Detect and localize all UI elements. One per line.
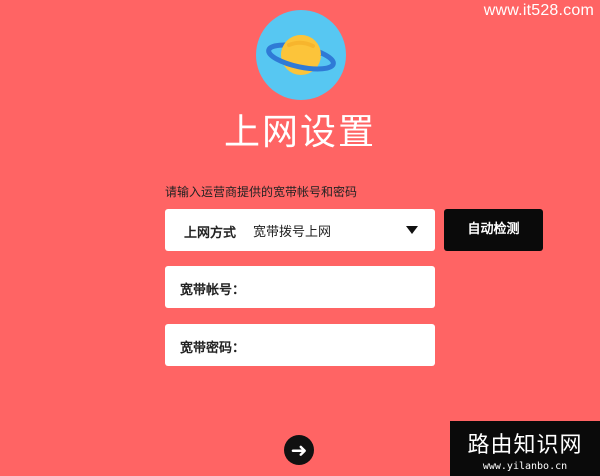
site-watermark-top: www.it528.com: [483, 2, 594, 19]
planet-logo-icon: [256, 10, 346, 100]
auto-detect-button[interactable]: 自动检测: [444, 209, 543, 251]
arrow-right-icon: ➜: [290, 438, 308, 462]
watermark-title: 路由知识网: [467, 433, 583, 458]
site-watermark-bottom: 路由知识网 www.yilanbo.cn: [450, 421, 600, 476]
account-input[interactable]: [245, 274, 429, 302]
password-field[interactable]: 宽带密码：: [165, 324, 435, 366]
chevron-down-icon[interactable]: [406, 226, 418, 234]
password-input[interactable]: [245, 332, 429, 360]
account-label: 宽带帐号：: [180, 283, 246, 298]
next-button[interactable]: ➜: [284, 435, 314, 465]
connection-type-label: 上网方式: [184, 226, 237, 241]
connection-type-select[interactable]: 上网方式 宽带拨号上网: [165, 209, 435, 251]
instruction-text: 请输入运营商提供的宽带帐号和密码: [165, 185, 358, 199]
account-field[interactable]: 宽带帐号：: [165, 266, 435, 308]
page-title: 上网设置: [223, 112, 376, 153]
password-label: 宽带密码：: [180, 341, 246, 356]
connection-type-value: 宽带拨号上网: [253, 225, 332, 240]
watermark-url: www.yilanbo.cn: [482, 461, 568, 472]
